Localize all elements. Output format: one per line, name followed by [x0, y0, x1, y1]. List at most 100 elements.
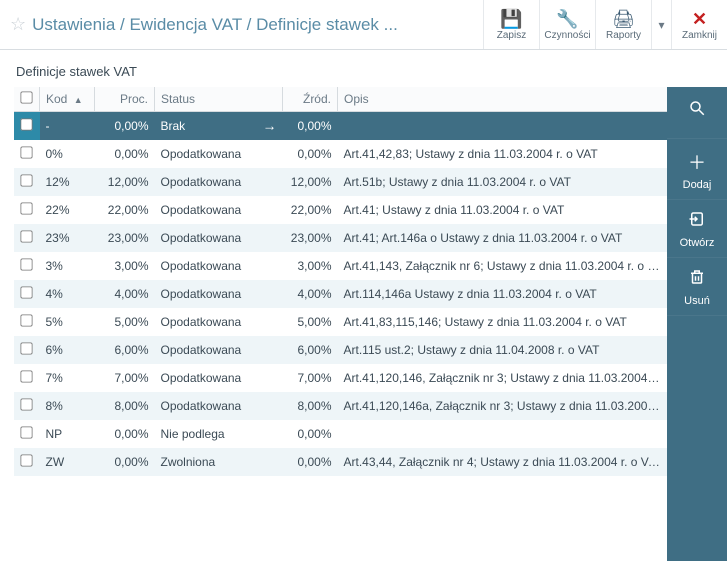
open-label: Otwórz: [680, 237, 715, 249]
row-checkbox[interactable]: [21, 202, 33, 214]
row-checkbox[interactable]: [21, 174, 33, 186]
printer-icon: 🖨: [612, 9, 635, 30]
table-row[interactable]: 6%6,00%Opodatkowana6,00%Art.115 ust.2; U…: [14, 336, 667, 364]
cell-opis: Art.43,44, Załącznik nr 4; Ustawy z dnia…: [338, 448, 668, 476]
cell-proc: 0,00%: [95, 448, 155, 476]
table-row[interactable]: 5%5,00%Opodatkowana5,00%Art.41,83,115,14…: [14, 308, 667, 336]
table-row[interactable]: 22%22,00%Opodatkowana22,00%Art.41; Ustaw…: [14, 196, 667, 224]
row-checkbox[interactable]: [21, 398, 33, 410]
cell-kod: 6%: [40, 336, 95, 364]
save-label: Zapisz: [497, 30, 526, 41]
table-row[interactable]: -0,00%Brak→0,00%: [14, 112, 667, 140]
cell-zrod: 7,00%: [283, 364, 338, 392]
toolbar-buttons: 💾 Zapisz 🔧 Czynności 🖨 Raporty ▾ ✕ Zamkn…: [483, 0, 727, 49]
row-checkbox-cell: [14, 168, 40, 196]
col-status[interactable]: Status: [155, 87, 283, 112]
row-checkbox[interactable]: [21, 454, 33, 466]
row-checkbox[interactable]: [21, 146, 33, 158]
cell-zrod: 0,00%: [283, 448, 338, 476]
row-checkbox-cell: [14, 224, 40, 252]
cell-opis: Art.114,146a Ustawy z dnia 11.03.2004 r.…: [338, 280, 668, 308]
row-checkbox-cell: [14, 112, 40, 140]
reports-button[interactable]: 🖨 Raporty: [595, 0, 651, 49]
cell-status: Nie podlega: [155, 420, 283, 448]
reports-label: Raporty: [606, 30, 641, 41]
table-row[interactable]: 7%7,00%Opodatkowana7,00%Art.41,120,146, …: [14, 364, 667, 392]
cell-status: Opodatkowana: [155, 224, 283, 252]
delete-button[interactable]: Usuń: [667, 258, 727, 316]
cell-status: Opodatkowana: [155, 140, 283, 168]
col-zrod[interactable]: Źród.: [283, 87, 338, 112]
cell-proc: 23,00%: [95, 224, 155, 252]
actions-button[interactable]: 🔧 Czynności: [539, 0, 595, 49]
save-icon: 💾: [500, 9, 522, 30]
cell-kod: 5%: [40, 308, 95, 336]
table-row[interactable]: 23%23,00%Opodatkowana23,00%Art.41; Art.1…: [14, 224, 667, 252]
plus-icon: ＋: [688, 149, 706, 175]
chevron-down-icon: ▾: [658, 18, 664, 32]
row-checkbox[interactable]: [21, 426, 33, 438]
table-row[interactable]: 8%8,00%Opodatkowana8,00%Art.41,120,146a,…: [14, 392, 667, 420]
cell-opis: Art.51b; Ustawy z dnia 11.03.2004 r. o V…: [338, 168, 668, 196]
cell-kod: 0%: [40, 140, 95, 168]
col-opis-label: Opis: [344, 92, 369, 106]
cell-zrod: 5,00%: [283, 308, 338, 336]
table-row[interactable]: ZW0,00%Zwolniona0,00%Art.43,44, Załączni…: [14, 448, 667, 476]
row-checkbox[interactable]: [21, 342, 33, 354]
cell-opis: Art.41,120,146, Załącznik nr 3; Ustawy z…: [338, 364, 668, 392]
toolbar-dropdown[interactable]: ▾: [651, 0, 671, 49]
col-kod[interactable]: Kod ▲: [40, 87, 95, 112]
row-checkbox[interactable]: [21, 286, 33, 298]
cell-status: Brak→: [155, 112, 283, 140]
row-checkbox[interactable]: [21, 230, 33, 242]
open-icon: [688, 210, 706, 233]
close-button[interactable]: ✕ Zamknij: [671, 0, 727, 49]
cell-status: Opodatkowana: [155, 252, 283, 280]
open-button[interactable]: Otwórz: [667, 200, 727, 258]
table-row[interactable]: 3%3,00%Opodatkowana3,00%Art.41,143, Załą…: [14, 252, 667, 280]
cell-proc: 0,00%: [95, 140, 155, 168]
table-row[interactable]: 4%4,00%Opodatkowana4,00%Art.114,146a Ust…: [14, 280, 667, 308]
cell-opis: [338, 420, 668, 448]
select-all-checkbox[interactable]: [20, 91, 32, 103]
save-button[interactable]: 💾 Zapisz: [483, 0, 539, 49]
cell-kod: -: [40, 112, 95, 140]
cell-kod: 12%: [40, 168, 95, 196]
row-checkbox[interactable]: [21, 370, 33, 382]
cell-status: Opodatkowana: [155, 364, 283, 392]
cell-status: Opodatkowana: [155, 196, 283, 224]
cell-opis: Art.41,83,115,146; Ustawy z dnia 11.03.2…: [338, 308, 668, 336]
cell-proc: 4,00%: [95, 280, 155, 308]
row-checkbox-cell: [14, 448, 40, 476]
close-label: Zamknij: [682, 30, 717, 41]
col-kod-label: Kod: [46, 92, 67, 106]
cell-zrod: 12,00%: [283, 168, 338, 196]
cell-proc: 6,00%: [95, 336, 155, 364]
delete-label: Usuń: [684, 295, 710, 307]
search-button[interactable]: [667, 87, 727, 139]
cell-proc: 8,00%: [95, 392, 155, 420]
row-checkbox[interactable]: [21, 314, 33, 326]
col-zrod-label: Źród.: [303, 92, 331, 106]
cell-opis: Art.41,120,146a, Załącznik nr 3; Ustawy …: [338, 392, 668, 420]
table-row[interactable]: NP0,00%Nie podlega0,00%: [14, 420, 667, 448]
table-row[interactable]: 12%12,00%Opodatkowana12,00%Art.51b; Usta…: [14, 168, 667, 196]
cell-proc: 12,00%: [95, 168, 155, 196]
cell-status: Opodatkowana: [155, 336, 283, 364]
table-row[interactable]: 0%0,00%Opodatkowana0,00%Art.41,42,83; Us…: [14, 140, 667, 168]
col-proc[interactable]: Proc.: [95, 87, 155, 112]
row-checkbox-cell: [14, 140, 40, 168]
col-status-label: Status: [161, 92, 195, 106]
breadcrumb-wrap: ☆ Ustawienia / Ewidencja VAT / Definicje…: [0, 0, 483, 49]
favorite-star-icon[interactable]: ☆: [10, 14, 26, 35]
add-button[interactable]: ＋ Dodaj: [667, 139, 727, 200]
actions-label: Czynności: [544, 30, 590, 41]
row-checkbox-cell: [14, 308, 40, 336]
row-checkbox[interactable]: [21, 118, 33, 130]
cell-proc: 0,00%: [95, 112, 155, 140]
cell-kod: 22%: [40, 196, 95, 224]
row-checkbox-cell: [14, 196, 40, 224]
col-opis[interactable]: Opis: [338, 87, 668, 112]
row-checkbox-cell: [14, 420, 40, 448]
row-checkbox[interactable]: [21, 258, 33, 270]
